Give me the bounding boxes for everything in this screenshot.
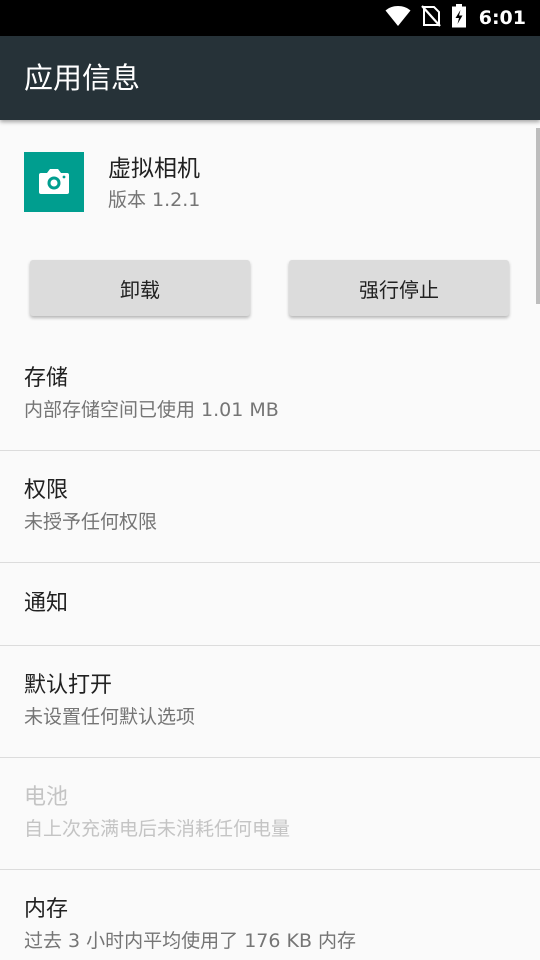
- item-title: 存储: [24, 366, 69, 391]
- app-header: 虚拟相机 版本 1.2.1: [0, 120, 540, 240]
- app-version: 版本 1.2.1: [108, 189, 201, 211]
- list-item-permissions[interactable]: 权限 未授予任何权限: [0, 451, 540, 562]
- status-bar: 6:01: [0, 0, 540, 36]
- status-icons: 6:01: [385, 0, 526, 36]
- item-title: 默认打开: [24, 673, 113, 698]
- uninstall-button[interactable]: 卸载: [30, 260, 250, 316]
- item-summary: 未授予任何权限: [24, 511, 158, 533]
- battery-charging-icon: [451, 4, 467, 32]
- item-title: 权限: [24, 478, 69, 503]
- list-item-open-by-default[interactable]: 默认打开 未设置任何默认选项: [0, 646, 540, 757]
- item-title: 通知: [24, 591, 69, 616]
- list-item-battery: 电池 自上次充满电后未消耗任何电量: [0, 758, 540, 869]
- item-title: 内存: [24, 897, 69, 922]
- camera-icon: [24, 152, 84, 212]
- item-title: 电池: [24, 785, 69, 810]
- item-summary: 未设置任何默认选项: [24, 706, 196, 728]
- app-name: 虚拟相机: [108, 156, 200, 182]
- page-title: 应用信息: [24, 61, 141, 95]
- app-bar: 应用信息: [0, 36, 540, 120]
- list-item-notifications[interactable]: 通知: [0, 563, 540, 645]
- status-time: 6:01: [478, 7, 526, 29]
- list-item-memory[interactable]: 内存 过去 3 小时内平均使用了 176 KB 内存: [0, 870, 540, 960]
- app-info-content[interactable]: 虚拟相机 版本 1.2.1 卸载 强行停止 存储 内部存储空间已使用 1.01 …: [0, 120, 540, 960]
- no-sim-icon: [420, 5, 441, 31]
- force-stop-button[interactable]: 强行停止: [289, 260, 509, 316]
- wifi-icon: [385, 5, 411, 31]
- item-summary: 自上次充满电后未消耗任何电量: [24, 818, 291, 840]
- item-summary: 内部存储空间已使用 1.01 MB: [24, 399, 279, 421]
- item-summary: 过去 3 小时内平均使用了 176 KB 内存: [24, 930, 357, 952]
- list-item-storage[interactable]: 存储 内部存储空间已使用 1.01 MB: [0, 350, 540, 450]
